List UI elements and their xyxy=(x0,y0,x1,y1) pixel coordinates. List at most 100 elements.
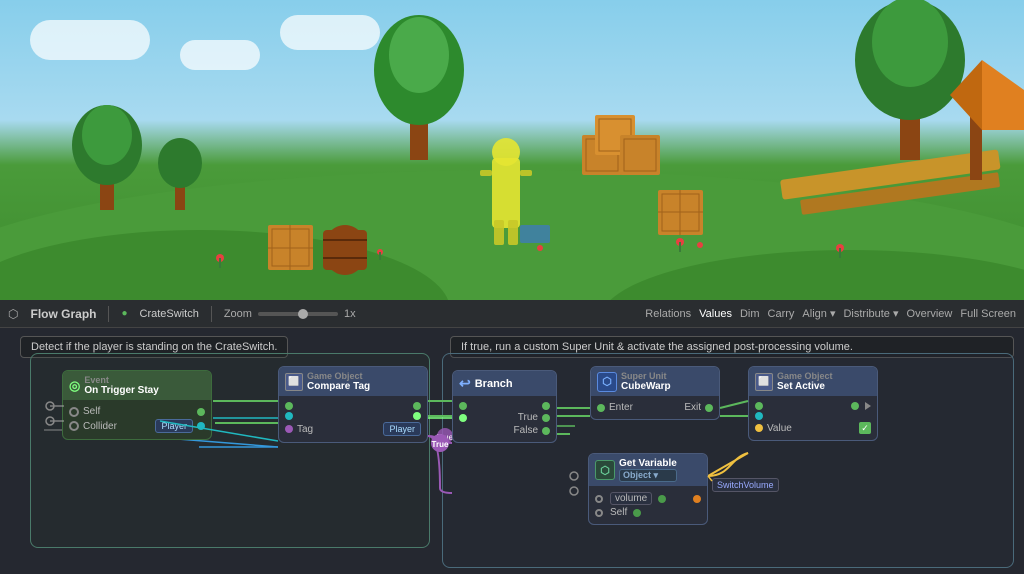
node-compare-tag[interactable]: ⬜ Game Object Compare Tag xyxy=(278,366,428,443)
setactive-flow-arrow xyxy=(865,402,871,410)
getvar-volume-row: volume xyxy=(595,492,701,505)
compare-bool-port xyxy=(413,412,421,420)
cubewarp-enter-label: Enter xyxy=(609,402,633,413)
getvar-icon: ⬡ xyxy=(595,460,615,480)
branch-false-port: False xyxy=(514,425,550,436)
compare-in-port xyxy=(285,402,293,410)
distribute-button[interactable]: Distribute ▾ xyxy=(843,307,898,320)
carry-button[interactable]: Carry xyxy=(768,308,795,320)
canvas-area[interactable]: Detect if the player is standing on the … xyxy=(0,328,1024,574)
node-cubewarp[interactable]: ⬡ Super Unit CubeWarp Enter Exit xyxy=(590,366,720,420)
dim-button[interactable]: Dim xyxy=(740,308,760,320)
scene-svg xyxy=(0,0,1024,300)
getvar-self-port: Self xyxy=(595,507,641,518)
compare-in-dot xyxy=(285,402,293,410)
flow-graph-toolbar: ⬡ Flow Graph ● CrateSwitch Zoom 1x Relat… xyxy=(0,300,1024,328)
cubewarp-exit-label: Exit xyxy=(684,402,701,413)
setactive-title: Set Active xyxy=(777,381,833,392)
branch-title: Branch xyxy=(475,378,513,390)
trigger-port-self-row: Self xyxy=(69,406,205,417)
branch-false-row: False xyxy=(459,425,550,436)
relations-button[interactable]: Relations xyxy=(645,308,691,320)
compare-tag-label: Tag xyxy=(297,424,313,435)
getvar-volume-label: volume xyxy=(610,492,652,505)
branch-in-port xyxy=(459,402,467,410)
cubewarp-enter-port: Enter xyxy=(597,402,633,413)
desc-right-text: If true, run a custom Super Unit & activ… xyxy=(461,341,853,353)
cubewarp-exit-port: Exit xyxy=(684,402,713,413)
align-button[interactable]: Align ▾ xyxy=(802,307,835,320)
trigger-port-collider-row: Collider Player xyxy=(69,419,205,433)
crate-switch-icon: ● xyxy=(121,308,127,319)
trigger-collider-label: Collider xyxy=(83,421,117,432)
trigger-icon: ◎ xyxy=(69,378,80,394)
setactive-teal-dot xyxy=(755,412,763,420)
desc-left-text: Detect if the player is standing on the … xyxy=(31,341,277,353)
node-get-variable[interactable]: ⬡ Get Variable Object ▾ volume xyxy=(588,453,708,525)
trigger-collider-circle xyxy=(69,421,79,431)
toolbar-divider-2 xyxy=(211,306,212,322)
setactive-out-port xyxy=(851,402,871,410)
setactive-in-dot xyxy=(755,402,763,410)
branch-in-row xyxy=(459,402,550,410)
getvar-self-row: Self xyxy=(595,507,701,518)
trigger-collider-out: Player xyxy=(155,419,205,433)
trigger-self-port-circle xyxy=(69,407,79,417)
fullscreen-button[interactable]: Full Screen xyxy=(960,308,1016,320)
node-set-active[interactable]: ⬜ Game Object Set Active xyxy=(748,366,878,441)
trigger-self-label: Self xyxy=(83,406,100,417)
trigger-event-label: Event xyxy=(84,375,158,385)
setactive-icon: ⬜ xyxy=(755,373,773,391)
compare-player-value: Player xyxy=(383,422,421,436)
values-button[interactable]: Values xyxy=(699,308,732,320)
node-branch[interactable]: ↩ Branch True xyxy=(452,370,557,443)
branch-true-dot xyxy=(542,414,550,422)
compare-header: ⬜ Game Object Compare Tag xyxy=(279,367,427,396)
overview-button[interactable]: Overview xyxy=(907,308,953,320)
trigger-body: Self Collider Player xyxy=(63,400,211,439)
branch-false-label: False xyxy=(514,425,538,436)
getvar-vol-dot xyxy=(658,495,666,503)
setactive-in-port xyxy=(755,402,763,410)
compare-in-row xyxy=(285,402,421,410)
branch-body: True False xyxy=(453,396,556,442)
svg-text:True: True xyxy=(432,440,449,449)
compare-title: Compare Tag xyxy=(307,381,370,392)
node-trigger-stay[interactable]: ◎ Event On Trigger Stay Self xyxy=(62,370,212,440)
cubewarp-title: CubeWarp xyxy=(621,381,671,392)
branch-false-dot xyxy=(542,427,550,435)
toolbar-right: Relations Values Dim Carry Align ▾ Distr… xyxy=(645,307,1016,320)
branch-true-label: True xyxy=(518,412,538,423)
node-trigger-header: ◎ Event On Trigger Stay xyxy=(63,371,211,400)
trigger-title: On Trigger Stay xyxy=(84,385,158,396)
getvar-header: ⬡ Get Variable Object ▾ xyxy=(589,454,707,486)
game-viewport xyxy=(0,0,1024,300)
setactive-gameobj-row xyxy=(755,412,871,420)
compare-icon: ⬜ xyxy=(285,373,303,391)
zoom-control[interactable]: Zoom 1x xyxy=(224,308,356,320)
zoom-slider[interactable] xyxy=(258,312,338,316)
cubewarp-icon: ⬡ xyxy=(597,372,617,392)
compare-out-port xyxy=(413,402,421,410)
branch-true-port: True xyxy=(518,412,550,423)
compare-tag-port: Tag xyxy=(285,424,313,435)
getvar-self-label: Self xyxy=(610,507,627,518)
desc-box-left: Detect if the player is standing on the … xyxy=(20,336,288,358)
setactive-value-port: Value xyxy=(755,423,792,434)
trigger-out-dot xyxy=(197,408,205,416)
zoom-label: Zoom xyxy=(224,308,252,320)
connections-svg: True xyxy=(0,328,1024,574)
branch-out-dot xyxy=(542,402,550,410)
getvar-volume-circle xyxy=(595,495,603,503)
compare-out-dot xyxy=(413,402,421,410)
setactive-out-dot xyxy=(851,402,859,410)
getvar-subtitle[interactable]: Object ▾ xyxy=(619,469,677,482)
compare-bool-dot xyxy=(413,412,421,420)
compare-tag-row: Tag Player xyxy=(285,422,421,436)
breadcrumb[interactable]: CrateSwitch xyxy=(140,308,199,320)
branch-in-dot xyxy=(459,402,467,410)
switch-volume-label: SwitchVolume xyxy=(712,478,779,492)
setactive-value-row: Value ✓ xyxy=(755,422,871,434)
cubewarp-body: Enter Exit xyxy=(591,396,719,419)
zoom-thumb xyxy=(298,309,308,319)
